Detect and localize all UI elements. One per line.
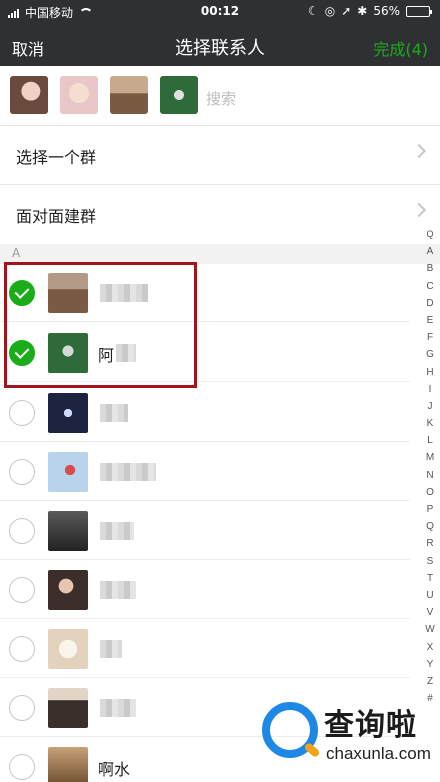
unchecked-icon[interactable] xyxy=(9,636,35,662)
blurred-name xyxy=(100,640,122,658)
select-group-row[interactable]: 选择一个群 xyxy=(0,126,440,184)
index-letter[interactable]: D xyxy=(426,295,433,312)
chevron-right-icon xyxy=(411,202,427,218)
select-group-label: 选择一个群 xyxy=(16,148,97,167)
chevron-right-icon xyxy=(411,143,427,159)
unchecked-icon[interactable] xyxy=(9,695,35,721)
battery-percent: 56% xyxy=(373,4,400,18)
section-letter: A xyxy=(12,246,21,260)
blurred-name xyxy=(100,522,134,540)
contact-avatar xyxy=(48,570,88,610)
index-letter[interactable]: H xyxy=(426,364,433,381)
index-letter[interactable]: V xyxy=(427,604,434,621)
face-to-face-group-row[interactable]: 面对面建群 xyxy=(0,185,440,243)
index-letter[interactable]: L xyxy=(427,432,433,449)
index-letter[interactable]: M xyxy=(426,449,434,466)
watermark-logo-icon xyxy=(262,702,318,758)
index-letter[interactable]: J xyxy=(428,398,433,415)
selected-avatar[interactable] xyxy=(110,76,148,114)
index-letter[interactable]: W xyxy=(425,621,434,638)
done-button[interactable]: 完成(4) xyxy=(373,36,428,60)
contact-avatar xyxy=(48,393,88,433)
index-letter[interactable]: Z xyxy=(427,673,433,690)
alphabet-index[interactable]: Q A B C D E F G H I J K L M N O P Q R S T U V W X Y Z # xyxy=(424,226,436,707)
index-letter[interactable]: G xyxy=(426,346,434,363)
index-letter[interactable]: A xyxy=(427,243,434,260)
contact-row[interactable] xyxy=(0,384,410,442)
contact-avatar xyxy=(48,747,88,782)
index-letter[interactable]: T xyxy=(427,570,433,587)
unchecked-icon[interactable] xyxy=(9,400,35,426)
unchecked-icon[interactable] xyxy=(9,518,35,544)
watermark-brand: 查询啦 xyxy=(324,708,417,743)
blurred-name xyxy=(100,404,128,422)
index-letter[interactable]: B xyxy=(427,260,434,277)
index-letter[interactable]: X xyxy=(427,639,434,656)
contact-row[interactable] xyxy=(0,502,410,560)
index-letter[interactable]: U xyxy=(426,587,433,604)
status-right: ☾ ◎ ➚ ✱ 56% xyxy=(307,4,432,18)
contact-avatar xyxy=(48,629,88,669)
status-bar: 中国移动 00:12 ☾ ◎ ➚ ✱ 56% xyxy=(0,0,440,24)
index-letter[interactable]: R xyxy=(426,535,433,552)
search-input[interactable]: 搜索 xyxy=(206,88,236,109)
unchecked-icon[interactable] xyxy=(9,459,35,485)
battery-icon xyxy=(406,5,432,17)
selected-avatar[interactable] xyxy=(160,76,198,114)
top-bar: 中国移动 00:12 ☾ ◎ ➚ ✱ 56% 取消 选择联系人 完成(4) xyxy=(0,0,440,66)
location-icon: ➚ xyxy=(341,4,352,18)
contact-name: 啊水 xyxy=(98,760,131,779)
moon-icon: ☾ xyxy=(307,4,319,18)
section-header: A xyxy=(0,244,440,264)
orientation-lock-icon: ◎ xyxy=(324,4,336,18)
contact-row[interactable] xyxy=(0,561,410,619)
index-letter[interactable]: E xyxy=(427,312,434,329)
bluetooth-icon: ✱ xyxy=(357,4,368,18)
watermark: 查询啦 chaxunla.com xyxy=(262,694,440,782)
watermark-domain: chaxunla.com xyxy=(326,744,431,763)
index-letter[interactable]: P xyxy=(427,501,434,518)
blurred-name xyxy=(100,581,136,599)
selected-contacts-bar: 搜索 xyxy=(0,66,440,126)
unchecked-icon[interactable] xyxy=(9,754,35,780)
index-letter[interactable]: I xyxy=(429,381,432,398)
index-letter[interactable]: N xyxy=(426,467,433,484)
selected-avatar[interactable] xyxy=(10,76,48,114)
blurred-name xyxy=(100,699,136,717)
contact-row[interactable] xyxy=(0,620,410,678)
index-letter[interactable]: Q xyxy=(426,226,433,243)
contact-avatar xyxy=(48,688,88,728)
index-letter[interactable]: K xyxy=(427,415,434,432)
blurred-name xyxy=(100,463,156,481)
highlight-box xyxy=(4,262,197,388)
index-letter[interactable]: Q xyxy=(426,518,434,535)
selected-avatar[interactable] xyxy=(60,76,98,114)
index-letter[interactable]: S xyxy=(427,553,434,570)
contact-avatar xyxy=(48,452,88,492)
contact-avatar xyxy=(48,511,88,551)
index-letter[interactable]: F xyxy=(427,329,433,346)
unchecked-icon[interactable] xyxy=(9,577,35,603)
contact-row[interactable] xyxy=(0,443,410,501)
index-letter[interactable]: Y xyxy=(427,656,434,673)
index-letter[interactable]: C xyxy=(426,278,433,295)
face-to-face-group-label: 面对面建群 xyxy=(16,207,97,226)
index-letter[interactable]: O xyxy=(426,484,434,501)
